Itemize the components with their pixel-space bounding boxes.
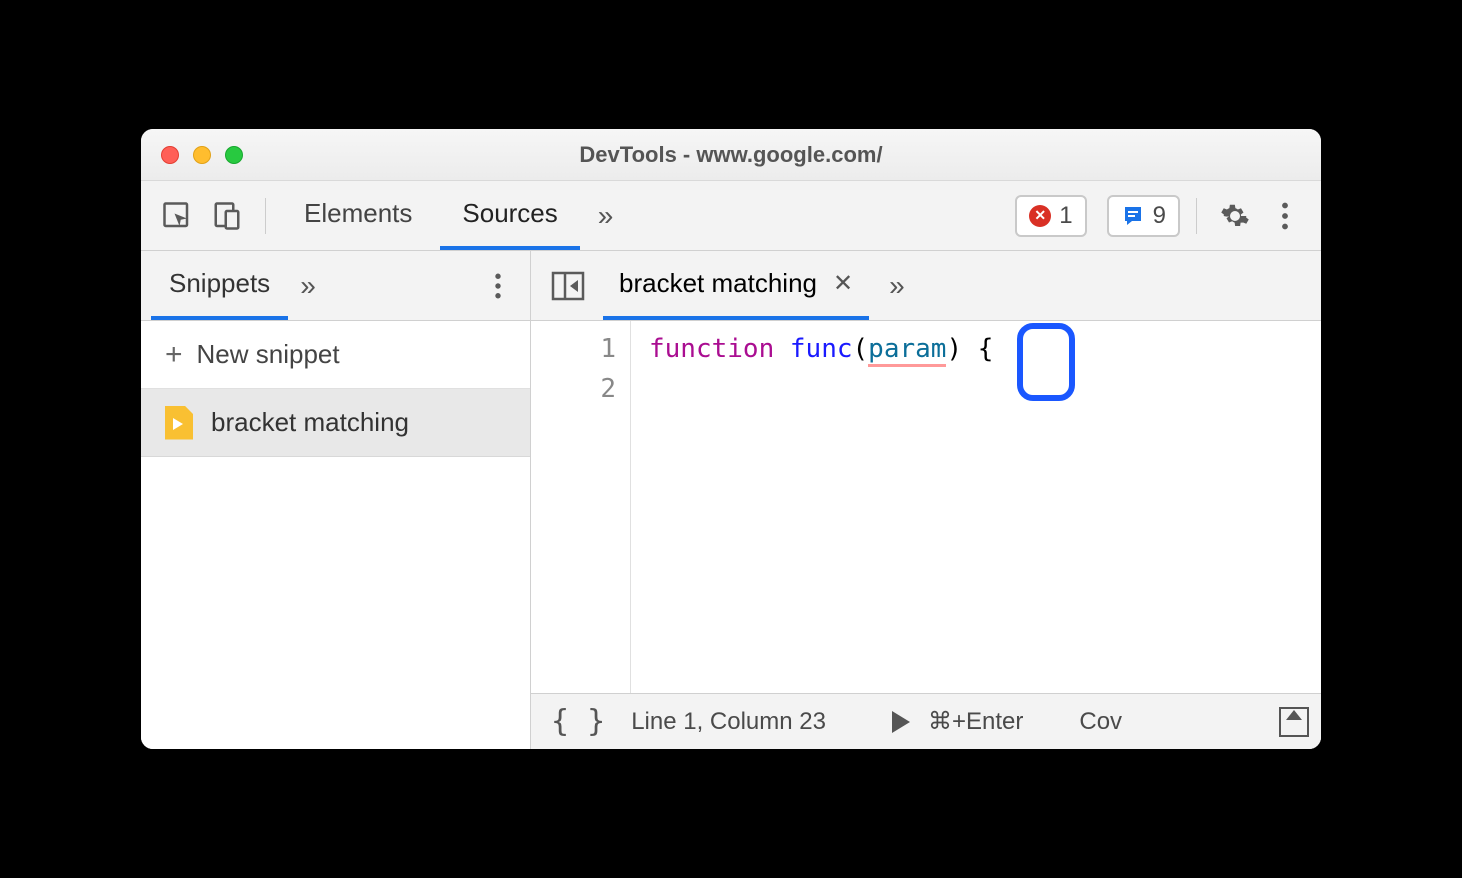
statusbar: { } Line 1, Column 23 ⌘+Enter Cov (531, 693, 1321, 749)
annotation-highlight (1017, 323, 1075, 401)
toolbar-divider-2 (1196, 198, 1197, 234)
issue-count: 9 (1153, 202, 1166, 230)
editor-body[interactable]: 1 2 function func(param) { (531, 321, 1321, 693)
close-window-button[interactable] (161, 146, 179, 164)
body-area: Snippets » + New snippet bracket matchin… (141, 251, 1321, 749)
traffic-lights (161, 146, 243, 164)
tab-elements[interactable]: Elements (282, 181, 434, 250)
coverage-label[interactable]: Cov (1079, 708, 1122, 736)
devtools-window: DevTools - www.google.com/ Elements Sour… (141, 129, 1321, 749)
line-number: 1 (531, 329, 616, 369)
new-snippet-label: New snippet (197, 339, 340, 370)
issues-badge[interactable]: 9 (1107, 195, 1180, 237)
inspect-element-icon[interactable] (155, 194, 199, 238)
editor-tab[interactable]: bracket matching ✕ (603, 251, 869, 320)
editor-tabs: bracket matching ✕ » (531, 251, 1321, 321)
main-toolbar: Elements Sources » ✕ 1 9 (141, 181, 1321, 251)
sidebar-kebab-icon[interactable] (476, 264, 520, 308)
plus-icon: + (165, 338, 183, 372)
toolbar-divider (265, 198, 266, 234)
sidebar-tabs: Snippets » (141, 251, 530, 321)
editor-more-tabs-icon[interactable]: » (877, 270, 917, 302)
sidebar-tab-snippets[interactable]: Snippets (151, 251, 288, 320)
snippet-item[interactable]: bracket matching (141, 389, 530, 457)
error-icon: ✕ (1029, 205, 1051, 227)
token-brace: { (978, 334, 994, 364)
run-shortcut-label: ⌘+Enter (928, 707, 1023, 736)
editor-pane: bracket matching ✕ » 1 2 function func(p… (531, 251, 1321, 749)
token-param: param (868, 334, 946, 367)
drawer-toggle-icon[interactable] (1279, 707, 1309, 737)
kebab-menu-icon[interactable] (1263, 194, 1307, 238)
new-snippet-button[interactable]: + New snippet (141, 321, 530, 389)
titlebar: DevTools - www.google.com/ (141, 129, 1321, 181)
error-count: 1 (1059, 202, 1072, 230)
settings-icon[interactable] (1213, 194, 1257, 238)
line-number: 2 (531, 369, 616, 409)
code-area[interactable]: function func(param) { (631, 321, 1321, 693)
sidebar-more-tabs-icon[interactable]: » (288, 270, 328, 302)
device-toggle-icon[interactable] (205, 194, 249, 238)
issue-icon (1121, 204, 1145, 228)
token-paren-close: ) (946, 334, 962, 364)
line-gutter: 1 2 (531, 321, 631, 693)
token-keyword: function (649, 334, 774, 364)
close-tab-icon[interactable]: ✕ (833, 269, 853, 298)
tab-sources[interactable]: Sources (440, 181, 579, 250)
window-title: DevTools - www.google.com/ (141, 142, 1321, 168)
error-badge[interactable]: ✕ 1 (1015, 195, 1086, 237)
snippet-file-icon (165, 406, 193, 440)
maximize-window-button[interactable] (225, 146, 243, 164)
token-paren-open: ( (853, 334, 869, 364)
minimize-window-button[interactable] (193, 146, 211, 164)
editor-tab-label: bracket matching (619, 268, 817, 299)
token-function-name: func (790, 334, 853, 364)
sidebar: Snippets » + New snippet bracket matchin… (141, 251, 531, 749)
collapse-sidebar-icon[interactable] (541, 271, 595, 301)
more-tabs-icon[interactable]: » (586, 200, 626, 232)
run-icon[interactable] (892, 711, 910, 733)
sidebar-empty (141, 457, 530, 749)
snippet-item-label: bracket matching (211, 407, 409, 438)
cursor-position: Line 1, Column 23 (631, 708, 826, 736)
code-line: function func(param) { (649, 329, 1321, 369)
pretty-print-icon[interactable]: { } (543, 704, 613, 739)
